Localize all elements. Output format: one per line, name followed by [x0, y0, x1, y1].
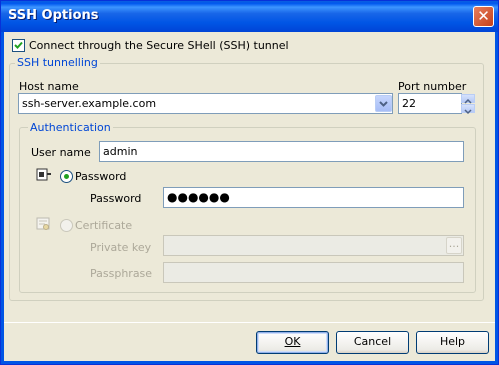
ssh-tunnel-label: Connect through the Secure SHell (SSH) t…: [29, 39, 289, 52]
checkmark-icon: [14, 41, 23, 49]
port-spin-down-button[interactable]: [461, 104, 475, 115]
password-masked-value: ●●●●●●: [167, 190, 230, 204]
ellipsis-icon: ...: [448, 237, 460, 250]
browse-private-key-button[interactable]: ...: [446, 237, 462, 254]
password-field-label: Password: [90, 192, 142, 205]
window-title: SSH Options: [8, 8, 99, 23]
window-frame-right: [495, 32, 498, 364]
password-radio-label: Password: [75, 170, 127, 183]
ssh-options-dialog: SSH Options ✕ Connect through the Secure…: [0, 0, 499, 365]
password-key-icon: [36, 167, 52, 183]
help-button-label: Help: [439, 335, 466, 348]
private-key-label: Private key: [90, 241, 152, 254]
private-key-input[interactable]: [163, 235, 464, 256]
window-frame-left: [1, 32, 4, 364]
certificate-radio[interactable]: [60, 219, 73, 232]
password-input[interactable]: ●●●●●●: [163, 187, 464, 208]
certificate-icon: [36, 216, 52, 232]
user-name-value: admin: [103, 145, 138, 158]
user-name-input[interactable]: admin: [99, 141, 464, 162]
passphrase-input[interactable]: [163, 262, 464, 283]
radio-selected-dot: [64, 174, 69, 179]
port-spin-up-button[interactable]: [461, 94, 475, 104]
cancel-button-label: Cancel: [353, 335, 392, 348]
arrow-down-icon: [464, 109, 472, 115]
window-frame-bottom: [1, 361, 498, 364]
passphrase-label: Passphrase: [90, 267, 153, 280]
close-icon: ✕: [477, 7, 490, 25]
port-number-input[interactable]: 22: [398, 93, 462, 114]
host-name-label: Host name: [19, 80, 79, 93]
host-name-dropdown-button[interactable]: [375, 95, 392, 112]
host-name-value: ssh-server.example.com: [22, 97, 157, 110]
footer-separator: [4, 322, 495, 323]
ok-button[interactable]: OK: [256, 331, 329, 354]
port-number-value: 22: [402, 97, 416, 110]
chevron-down-icon: [379, 101, 388, 107]
title-bar[interactable]: SSH Options ✕: [1, 1, 498, 32]
host-name-combobox[interactable]: ssh-server.example.com: [18, 93, 393, 114]
port-number-label: Port number: [398, 80, 467, 93]
authentication-group-label: Authentication: [28, 121, 113, 134]
ok-button-label: OK: [284, 335, 301, 348]
cancel-button[interactable]: Cancel: [336, 331, 409, 354]
user-name-label: User name: [31, 146, 91, 159]
password-radio[interactable]: [60, 170, 73, 183]
certificate-radio-label: Certificate: [75, 219, 133, 232]
help-button[interactable]: Help: [416, 331, 489, 354]
ssh-tunnelling-group-label: SSH tunnelling: [15, 56, 100, 69]
close-button[interactable]: ✕: [473, 6, 494, 27]
ssh-tunnel-checkbox[interactable]: [12, 39, 25, 52]
